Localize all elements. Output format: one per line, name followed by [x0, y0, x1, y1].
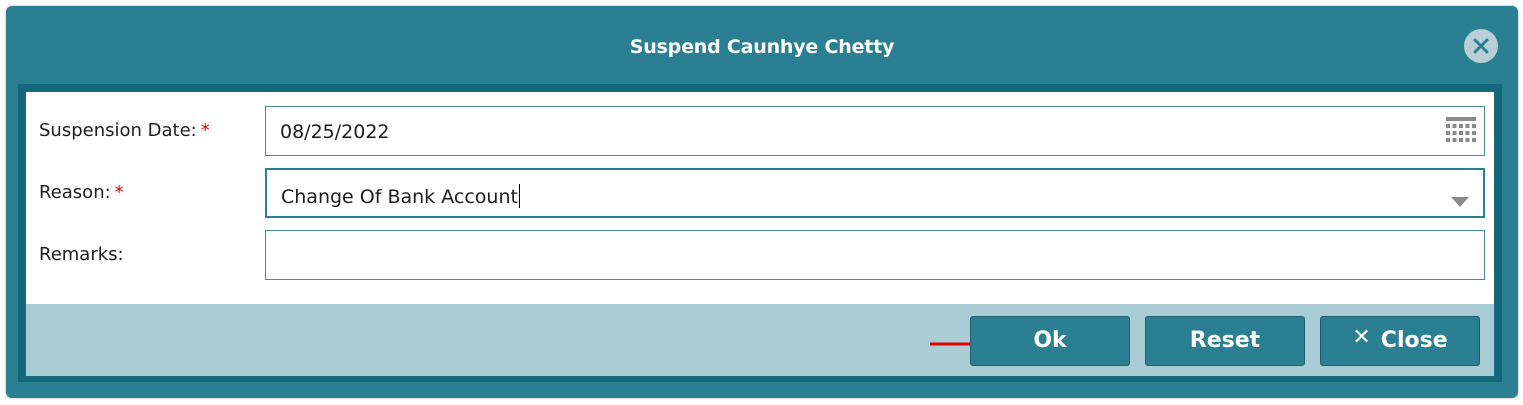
- close-circle-icon[interactable]: [1464, 29, 1498, 63]
- suspension-date-label-text: Suspension Date:: [39, 120, 197, 141]
- reset-button[interactable]: Reset: [1145, 316, 1305, 366]
- x-icon: ✕: [1352, 325, 1371, 350]
- suspend-dialog: Suspend Caunhye Chetty Suspension Date: *…: [6, 6, 1518, 398]
- dropdown-caret-icon[interactable]: [1451, 190, 1469, 212]
- reason-value: Change Of Bank Account: [281, 186, 518, 208]
- reason-row: Reason: * Change Of Bank Account: [26, 168, 1494, 220]
- close-button-label: Close: [1380, 328, 1448, 353]
- remarks-row: Remarks:: [26, 230, 1494, 282]
- remarks-input[interactable]: [265, 230, 1485, 280]
- suspension-date-row: Suspension Date: * 08/25/2022: [26, 106, 1494, 158]
- ok-button[interactable]: Ok: [970, 316, 1130, 366]
- reason-label: Reason: *: [39, 182, 124, 203]
- remarks-label-text: Remarks:: [39, 244, 124, 265]
- ok-button-label: Ok: [1033, 328, 1067, 353]
- dialog-body-frame: Suspension Date: * 08/25/2022 Reason: * …: [18, 84, 1502, 382]
- suspension-date-input[interactable]: 08/25/2022: [265, 106, 1485, 156]
- text-cursor: [518, 184, 521, 208]
- reason-label-text: Reason:: [39, 182, 111, 203]
- close-button[interactable]: ✕ Close: [1320, 316, 1480, 366]
- calendar-icon[interactable]: [1444, 115, 1478, 152]
- suspension-date-value: 08/25/2022: [280, 121, 390, 143]
- required-asterisk: *: [200, 120, 210, 141]
- dialog-title: Suspend Caunhye Chetty: [629, 36, 895, 58]
- remarks-label: Remarks:: [39, 244, 124, 265]
- reason-select[interactable]: Change Of Bank Account: [265, 168, 1485, 218]
- required-asterisk: *: [114, 182, 124, 203]
- dialog-titlebar: Suspend Caunhye Chetty: [6, 6, 1518, 84]
- suspension-date-label: Suspension Date: *: [39, 120, 210, 141]
- dialog-footer: Ok Reset ✕ Close: [26, 304, 1494, 376]
- form-area: Suspension Date: * 08/25/2022 Reason: * …: [26, 92, 1494, 304]
- reset-button-label: Reset: [1189, 328, 1261, 353]
